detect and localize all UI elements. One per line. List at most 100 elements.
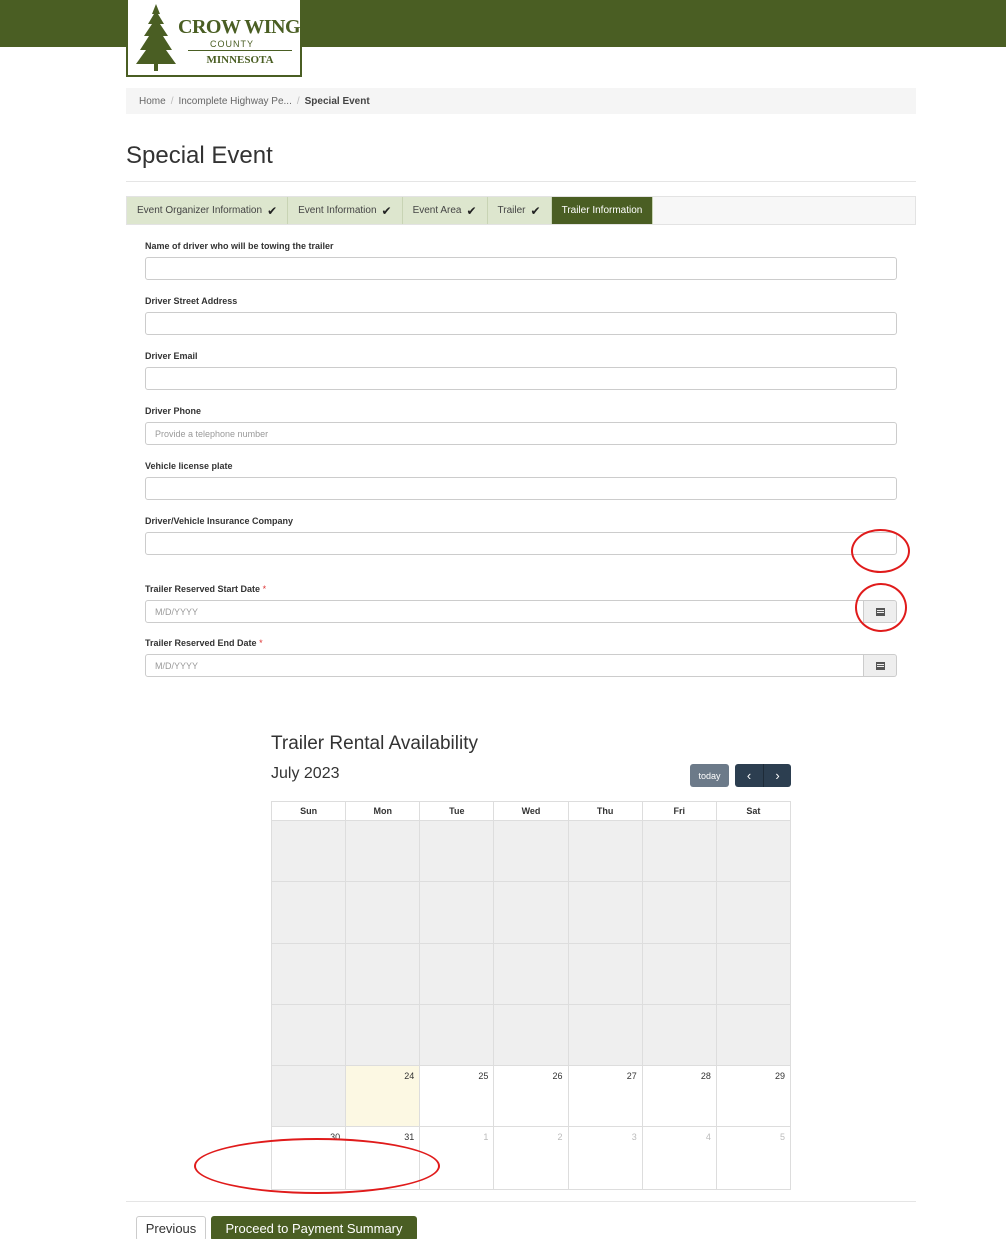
calendar-week: 24 25 26 27 28 29 <box>272 1066 790 1128</box>
check-icon: ✔ <box>530 203 541 218</box>
start-date-label-text: Trailer Reserved Start Date <box>145 584 261 594</box>
calendar-prev-button[interactable]: ‹ <box>735 764 763 787</box>
crow-wing-county-logo[interactable]: CROW WING COUNTY MINNESOTA <box>126 0 302 77</box>
calendar-day[interactable] <box>494 821 569 882</box>
pine-tree-icon <box>136 4 176 71</box>
calendar-day[interactable] <box>420 1004 495 1066</box>
annotation-circle <box>194 1138 440 1194</box>
breadcrumb-separator: / <box>296 96 300 107</box>
calendar-day-today[interactable]: 24 <box>346 1066 421 1127</box>
page-title: Special Event <box>126 142 273 169</box>
tab-event-information[interactable]: Event Information ✔ <box>288 197 403 224</box>
end-date-label-text: Trailer Reserved End Date <box>145 638 257 648</box>
check-icon: ✔ <box>466 203 477 218</box>
calendar-day[interactable] <box>272 882 347 943</box>
plate-input[interactable] <box>145 477 897 500</box>
weekday-tue: Tue <box>420 802 495 820</box>
calendar-week <box>272 882 790 944</box>
calendar-day[interactable] <box>716 821 790 882</box>
calendar-day-other-month[interactable]: 2 <box>494 1127 569 1189</box>
calendar-day[interactable] <box>716 882 790 943</box>
weekday-sun: Sun <box>272 802 347 820</box>
required-mark: * <box>262 584 267 594</box>
calendar-day[interactable] <box>642 821 717 882</box>
calendar-day[interactable] <box>272 1066 347 1127</box>
calendar-day[interactable] <box>420 943 495 1004</box>
calendar-day[interactable] <box>642 882 717 943</box>
calendar-day[interactable] <box>568 821 643 882</box>
calendar-day[interactable] <box>346 882 421 943</box>
driver-phone-label: Driver Phone <box>145 406 202 416</box>
calendar-day[interactable] <box>568 1004 643 1066</box>
start-date-input[interactable]: M/D/YYYY <box>145 600 864 623</box>
calendar-title: Trailer Rental Availability <box>271 733 478 754</box>
tab-label: Trailer Information <box>561 205 643 216</box>
insurance-input[interactable] <box>145 532 897 555</box>
breadcrumb-incomplete[interactable]: Incomplete Highway Pe... <box>178 96 291 107</box>
calendar-day[interactable]: 29 <box>716 1066 790 1127</box>
calendar-day[interactable]: 26 <box>494 1066 569 1127</box>
calendar-day[interactable] <box>494 943 569 1004</box>
weekday-mon: Mon <box>346 802 421 820</box>
calendar-day[interactable] <box>346 1004 421 1066</box>
calendar-day[interactable] <box>420 821 495 882</box>
divider <box>126 1201 916 1202</box>
today-button[interactable]: today <box>690 764 729 787</box>
calendar-day[interactable]: 28 <box>642 1066 717 1127</box>
logo-line1: CROW WING <box>178 16 301 38</box>
calendar-week <box>272 943 790 1005</box>
driver-email-input[interactable] <box>145 367 897 390</box>
end-date-calendar-button[interactable] <box>864 654 897 677</box>
calendar-week <box>272 821 790 883</box>
plate-label: Vehicle license plate <box>145 461 233 471</box>
weekday-thu: Thu <box>569 802 643 820</box>
breadcrumb-separator: / <box>170 96 174 107</box>
calendar-day-other-month[interactable]: 5 <box>716 1127 790 1189</box>
calendar-day[interactable] <box>272 1004 347 1066</box>
calendar-week <box>272 1004 790 1067</box>
tab-event-area[interactable]: Event Area ✔ <box>402 197 488 224</box>
calendar-day[interactable] <box>642 943 717 1004</box>
driver-address-input[interactable] <box>145 312 897 335</box>
calendar-day[interactable] <box>346 943 421 1004</box>
previous-button[interactable]: Previous <box>136 1216 206 1239</box>
calendar-day[interactable]: 25 <box>420 1066 495 1127</box>
calendar-day[interactable] <box>642 1004 717 1066</box>
weekday-wed: Wed <box>494 802 569 820</box>
chevron-right-icon: › <box>775 768 780 783</box>
driver-address-label: Driver Street Address <box>145 296 238 306</box>
calendar-weekday-header: Sun Mon Tue Wed Thu Fri Sat <box>272 802 790 821</box>
tab-label: Event Organizer Information <box>137 205 263 216</box>
tab-event-organizer[interactable]: Event Organizer Information ✔ <box>127 197 289 224</box>
calendar-next-button[interactable]: › <box>763 764 791 787</box>
divider <box>126 181 916 182</box>
calendar-day[interactable] <box>494 882 569 943</box>
driver-phone-input[interactable]: Provide a telephone number <box>145 422 897 445</box>
calendar-month: July 2023 <box>271 765 340 782</box>
weekday-sat: Sat <box>746 806 761 816</box>
tab-trailer-information[interactable]: Trailer Information <box>551 197 654 224</box>
breadcrumb-home[interactable]: Home <box>139 96 166 107</box>
tab-trailer[interactable]: Trailer ✔ <box>487 197 552 224</box>
driver-name-input[interactable] <box>145 257 897 280</box>
proceed-to-payment-button[interactable]: Proceed to Payment Summary <box>211 1216 417 1239</box>
calendar-icon <box>875 662 885 670</box>
weekday-fri: Fri <box>643 802 717 820</box>
chevron-left-icon: ‹ <box>746 768 752 783</box>
driver-name-label: Name of driver who will be towing the tr… <box>145 241 334 251</box>
calendar-day[interactable] <box>420 882 495 943</box>
calendar-day[interactable]: 27 <box>568 1066 643 1127</box>
calendar-day[interactable] <box>568 882 643 943</box>
calendar-grid: Sun Mon Tue Wed Thu Fri Sat 24 25 26 27 … <box>271 801 791 1190</box>
calendar-day-other-month[interactable]: 3 <box>568 1127 643 1189</box>
calendar-day[interactable] <box>346 821 421 882</box>
check-icon: ✔ <box>381 203 392 218</box>
calendar-day[interactable] <box>272 821 347 882</box>
calendar-day[interactable] <box>568 943 643 1004</box>
calendar-day[interactable] <box>716 943 790 1004</box>
calendar-day-other-month[interactable]: 4 <box>642 1127 717 1189</box>
end-date-input[interactable]: M/D/YYYY <box>145 654 864 677</box>
calendar-day[interactable] <box>716 1004 790 1066</box>
calendar-day[interactable] <box>494 1004 569 1066</box>
calendar-day[interactable] <box>272 943 347 1004</box>
